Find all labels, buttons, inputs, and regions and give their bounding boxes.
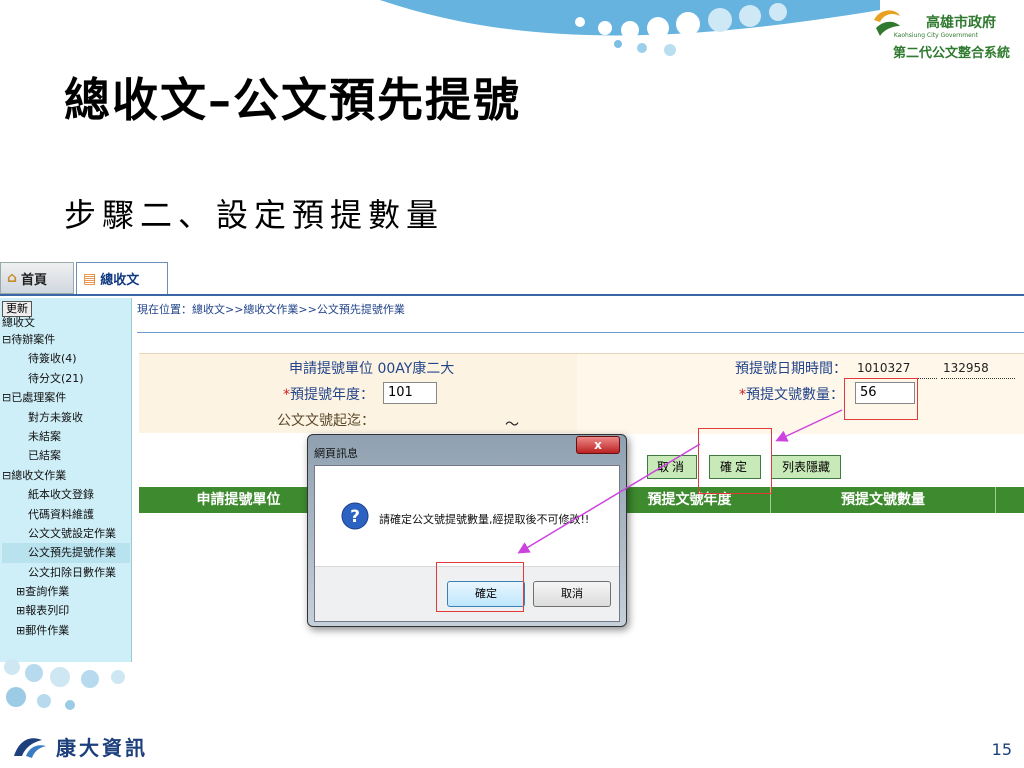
inbox-tray-icon: ▤: [83, 270, 97, 287]
sidebar-item-day-deduction[interactable]: 公文扣除日數作業: [2, 563, 130, 582]
dialog-cancel-button[interactable]: 取消: [533, 581, 611, 607]
annotation-box-dialog-ok: [436, 562, 524, 612]
time-underline: [941, 378, 1015, 379]
year-input[interactable]: 101: [383, 382, 437, 404]
tab-home-label: 首頁: [21, 272, 48, 288]
refresh-button[interactable]: 更新: [2, 301, 32, 317]
sidebar-item-mail[interactable]: ⊞郵件作業: [2, 621, 130, 640]
divider: [137, 332, 1024, 333]
sidebar-item-label: 代碼資料維護: [28, 507, 94, 521]
annotation-box-count: [844, 378, 918, 420]
sidebar-item-closed-cases[interactable]: 已結案: [2, 446, 130, 465]
unit-label-text: 申請提號單位: [289, 361, 373, 377]
expand-toggle[interactable]: ⊞: [16, 585, 25, 598]
tab-bar: ⌂ 首頁 ▤ 總收文: [0, 258, 180, 296]
tab-general-receipt[interactable]: ▤ 總收文: [76, 262, 168, 294]
dialog-close-button[interactable]: x: [576, 436, 620, 454]
sidebar-item-processed[interactable]: ⊟已處理案件: [2, 388, 130, 407]
tab-general-receipt-label: 總收文: [100, 273, 140, 288]
collapse-toggle[interactable]: ⊟: [2, 391, 11, 404]
cancel-button[interactable]: 取消: [647, 455, 697, 479]
dialog-title: 網頁訊息: [314, 447, 358, 460]
svg-text:?: ?: [350, 507, 360, 527]
datetime-label: 預提號日期時間：: [735, 361, 847, 377]
sidebar-item-pending[interactable]: ⊟待辦案件: [2, 330, 130, 349]
sidebar-item-label: 公文預先提號作業: [28, 546, 116, 560]
date-value: 1010327: [857, 361, 911, 375]
sidebar-item-to-distribute[interactable]: 待分文(21): [2, 369, 130, 388]
range-label: 公文文號起迄：: [277, 413, 375, 429]
sidebar-item-label: 對方未簽收: [28, 410, 83, 424]
decorative-bubbles-top: [380, 0, 880, 56]
company-logo: 康大資訊: [12, 732, 148, 761]
sidebar-item-label: 總收文作業: [11, 468, 67, 482]
sidebar-item-label: 待簽收(4): [28, 352, 77, 366]
dialog-message: 請確定公文號提號數量,經提取後不可修改!!: [379, 513, 590, 526]
sidebar-item-label: 公文扣除日數作業: [28, 565, 116, 579]
sidebar-item-doc-number-settings[interactable]: 公文文號設定作業: [2, 524, 130, 543]
slide-subtitle: 步驟二、設定預提數量: [64, 196, 445, 234]
breadcrumb: 現在位置：總收文>>總收文作業>>公文預先提號作業: [137, 303, 405, 316]
company-name: 康大資訊: [56, 736, 148, 760]
collapse-toggle[interactable]: ⊟: [2, 333, 11, 346]
unit-value: 00AY康二大: [377, 361, 455, 377]
sidebar-item-label: 查詢作業: [25, 585, 70, 599]
sidebar-item-code-maintenance[interactable]: 代碼資料維護: [2, 505, 130, 524]
sidebar-item-pre-numbering[interactable]: 公文預先提號作業: [2, 543, 130, 563]
sidebar-item-paper-entry[interactable]: 紙本收文登錄: [2, 485, 130, 504]
system-name: 第二代公文整合系統: [892, 46, 1010, 61]
decorative-bubbles-bottom: [4, 659, 125, 710]
sidebar-item-not-signed[interactable]: 對方未簽收: [2, 408, 130, 427]
expand-toggle[interactable]: ⊞: [16, 624, 25, 637]
hide-list-button[interactable]: 列表隱藏: [771, 455, 841, 479]
collapse-toggle[interactable]: ⊟: [2, 469, 11, 482]
year-label-text: 預提號年度：: [290, 387, 374, 403]
tab-underline: [0, 294, 1024, 296]
count-label: *預提文號數量：: [739, 384, 844, 404]
sidebar-item-label: 公文文號設定作業: [28, 526, 116, 540]
required-mark: *: [283, 387, 290, 403]
range-separator: ～: [505, 417, 519, 433]
sidebar-item-label: 已處理案件: [11, 391, 67, 405]
slide-title: 總收文–公文預先提號: [64, 73, 521, 127]
sidebar-item-receipt-ops[interactable]: ⊟總收文作業: [2, 466, 130, 485]
count-label-text: 預提文號數量：: [746, 387, 844, 403]
gov-name-en: Kaohsiung City Government: [893, 32, 978, 39]
annotation-box-confirm: [698, 428, 772, 494]
sidebar-item-label: 待辦案件: [11, 333, 56, 346]
expand-toggle[interactable]: ⊞: [16, 604, 25, 617]
time-value: 132958: [943, 361, 989, 375]
grid-col-count[interactable]: 預提文號數量: [771, 487, 996, 513]
sidebar-item-label: 已結案: [28, 449, 61, 463]
unit-label: 申請提號單位 00AY康二大: [289, 358, 454, 378]
kaohsiung-government-logo: 高雄市政府 Kaohsiung City Government 第二代公文整合系…: [860, 6, 1010, 61]
sidebar-item-to-sign[interactable]: 待簽收(4): [2, 349, 130, 368]
sidebar-item-label: 未結案: [28, 429, 61, 443]
page-number: 15: [991, 740, 1012, 759]
sidebar-item-label: 郵件作業: [25, 623, 70, 637]
sidebar-item-label: 待分文(21): [28, 371, 84, 385]
sidebar-item-label: 報表列印: [25, 604, 70, 618]
question-icon: ?: [341, 502, 369, 530]
year-label: *預提號年度：: [283, 384, 374, 404]
sidebar-item-open-cases[interactable]: 未結案: [2, 427, 130, 446]
sidebar-item-query[interactable]: ⊞查詢作業: [2, 582, 130, 601]
company-logo-icon: [14, 737, 46, 758]
required-mark: *: [739, 387, 746, 403]
sidebar-tree: 總收文 ⊟待辦案件 待簽收(4) 待分文(21) ⊟已處理案件 對方未簽收 未結…: [2, 316, 130, 640]
sidebar-item-label: 紙本收文登錄: [28, 488, 94, 502]
sidebar-item-reports[interactable]: ⊞報表列印: [2, 601, 130, 620]
sidebar: 更新 總收文 ⊟待辦案件 待簽收(4) 待分文(21) ⊟已處理案件 對方未簽收…: [0, 298, 132, 662]
tab-home[interactable]: ⌂ 首頁: [0, 262, 74, 294]
house-icon: ⌂: [7, 270, 18, 286]
sidebar-root: 總收文: [2, 316, 35, 329]
gov-name: 高雄市政府: [926, 15, 996, 31]
